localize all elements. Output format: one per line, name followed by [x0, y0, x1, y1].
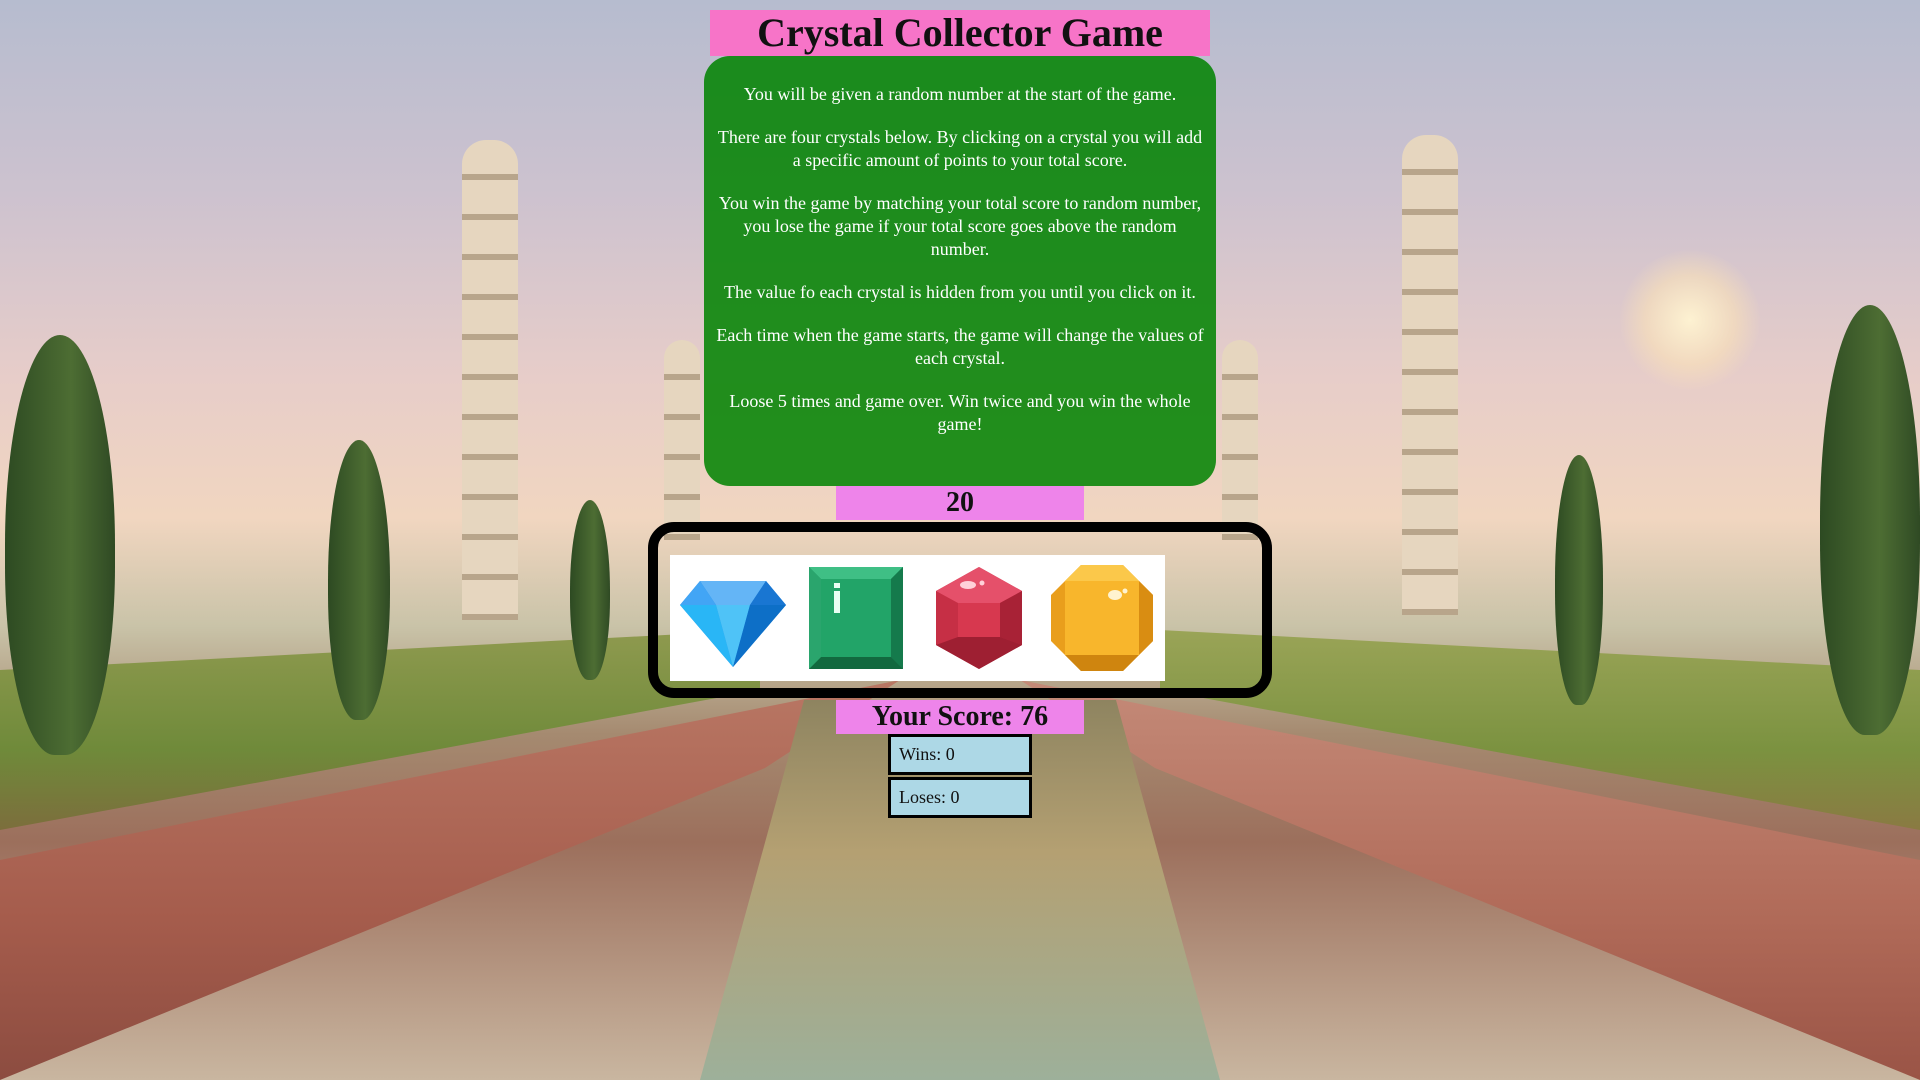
target-number: 20: [836, 486, 1084, 520]
crystal-button-red[interactable]: [916, 555, 1042, 681]
game-title: Crystal Collector Game: [710, 10, 1210, 56]
instruction-text: Each time when the game starts, the game…: [716, 325, 1204, 368]
instruction-text: You will be given a random number at the…: [743, 84, 1177, 104]
instruction-text: You win the game by matching your total …: [718, 193, 1202, 259]
crystal-button-blue[interactable]: [670, 555, 796, 681]
crystal-button-yellow[interactable]: [1039, 555, 1165, 681]
score-display: Your Score: 76: [836, 700, 1084, 734]
game-container: Crystal Collector Game You will be given…: [0, 0, 1920, 1080]
green-emerald-icon: [809, 567, 903, 669]
instructions-panel: You will be given a random number at the…: [704, 56, 1216, 486]
crystal-container: [648, 522, 1272, 698]
blue-diamond-icon: [680, 581, 786, 667]
wins-counter: Wins: 0: [888, 734, 1032, 775]
crystal-button-green[interactable]: [793, 555, 919, 681]
yellow-topaz-icon: [1051, 565, 1153, 671]
instruction-text: Loose 5 times and game over. Win twice a…: [729, 391, 1191, 434]
red-ruby-icon: [936, 567, 1022, 669]
instruction-text: There are four crystals below. By clicki…: [717, 127, 1203, 170]
instruction-text: The value fo each crystal is hidden from…: [724, 282, 1196, 302]
loses-counter: Loses: 0: [888, 777, 1032, 818]
